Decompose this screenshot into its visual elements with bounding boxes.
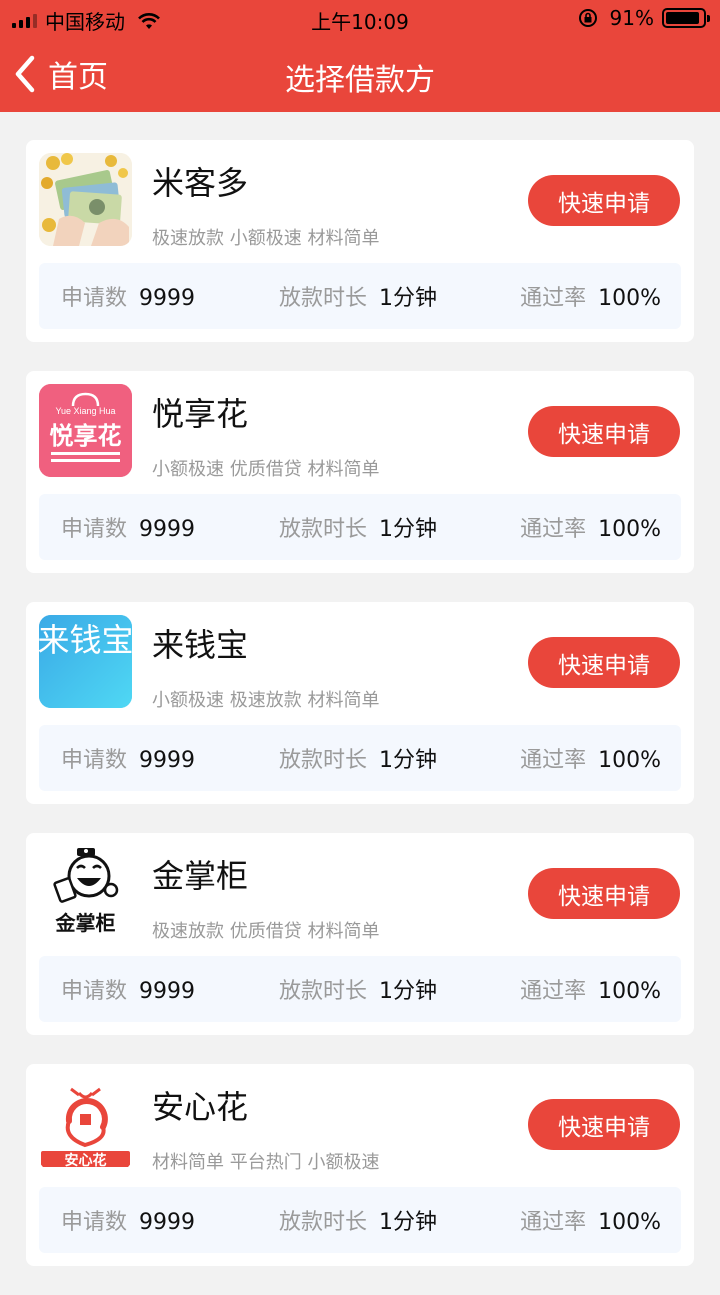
applications-stat: 申请数 9999: [61, 280, 195, 312]
pass-rate-value: 100%: [598, 748, 661, 773]
svg-text:来钱宝: 来钱宝: [39, 621, 132, 659]
lender-card: 安心花 安心花 材料简单 平台热门 小额极速 快速申请 申请数 9999 放款时…: [26, 1064, 694, 1266]
loan-time-value: 1分钟: [379, 286, 438, 311]
pass-rate-value: 100%: [598, 1210, 661, 1235]
loan-time-stat: 放款时长 1分钟: [279, 1204, 437, 1236]
pass-rate-value: 100%: [598, 517, 661, 542]
lender-card: 来钱宝 来钱宝 小额极速 极速放款 材料简单 快速申请 申请数 9999 放款时…: [26, 602, 694, 804]
svg-text:安心花: 安心花: [65, 1152, 107, 1169]
lender-stats: 申请数 9999 放款时长 1分钟 通过率 100%: [39, 956, 681, 1022]
status-bar: 中国移动 上午10:09 91%: [0, 0, 720, 36]
loan-time-value: 1分钟: [379, 979, 438, 1004]
status-right: 91%: [578, 6, 710, 30]
quick-apply-button[interactable]: 快速申请: [528, 406, 680, 457]
pass-rate-value: 100%: [598, 979, 661, 1004]
applications-label: 申请数: [61, 979, 128, 1004]
applications-label: 申请数: [61, 286, 128, 311]
lender-card: 米客多 极速放款 小额极速 材料简单 快速申请 申请数 9999 放款时长 1分…: [26, 140, 694, 342]
quick-apply-button[interactable]: 快速申请: [528, 868, 680, 919]
navigation-bar: 首页 选择借款方: [0, 36, 720, 112]
applications-label: 申请数: [61, 517, 128, 542]
applications-value: 9999: [139, 1210, 196, 1235]
pass-rate-stat: 通过率 100%: [520, 280, 661, 312]
applications-value: 9999: [139, 979, 196, 1004]
lender-card: Yue Xiang Hua 悦享花 悦享花 小额极速 优质借贷 材料简单 快速申…: [26, 371, 694, 573]
lender-name: 悦享花: [152, 395, 249, 433]
lender-tags: 小额极速 优质借贷 材料简单: [152, 459, 380, 480]
svg-text:悦享花: 悦享花: [50, 422, 122, 450]
loan-time-label: 放款时长: [279, 748, 368, 773]
lender-stats: 申请数 9999 放款时长 1分钟 通过率 100%: [39, 263, 681, 329]
page-title: 选择借款方: [285, 63, 435, 98]
svg-text:金掌柜: 金掌柜: [55, 911, 116, 935]
pass-rate-label: 通过率: [520, 979, 587, 1004]
lender-card: 金掌柜 金掌柜 极速放款 优质借贷 材料简单 快速申请 申请数 9999 放款时…: [26, 833, 694, 1035]
pass-rate-label: 通过率: [520, 286, 587, 311]
quick-apply-button[interactable]: 快速申请: [528, 175, 680, 226]
lender-stats: 申请数 9999 放款时长 1分钟 通过率 100%: [39, 1187, 681, 1253]
loan-time-value: 1分钟: [379, 748, 438, 773]
loan-time-label: 放款时长: [279, 979, 368, 1004]
applications-value: 9999: [139, 286, 196, 311]
loan-time-label: 放款时长: [279, 286, 368, 311]
loan-time-label: 放款时长: [279, 1210, 368, 1235]
lender-tags: 小额极速 极速放款 材料简单: [152, 690, 380, 711]
lender-tags: 极速放款 优质借贷 材料简单: [152, 921, 380, 942]
battery-icon: [662, 8, 710, 28]
pass-rate-stat: 通过率 100%: [520, 1204, 661, 1236]
loan-time-label: 放款时长: [279, 517, 368, 542]
pass-rate-label: 通过率: [520, 748, 587, 773]
pass-rate-label: 通过率: [520, 517, 587, 542]
applications-label: 申请数: [61, 1210, 128, 1235]
quick-apply-button[interactable]: 快速申请: [528, 637, 680, 688]
anxinhua-logo: 安心花: [39, 1077, 132, 1170]
svg-text:Yue Xiang Hua: Yue Xiang Hua: [55, 406, 115, 416]
quick-apply-button[interactable]: 快速申请: [528, 1099, 680, 1150]
lender-stats: 申请数 9999 放款时长 1分钟 通过率 100%: [39, 725, 681, 791]
applications-value: 9999: [139, 517, 196, 542]
applications-stat: 申请数 9999: [61, 1204, 195, 1236]
lender-tags: 极速放款 小额极速 材料简单: [152, 228, 380, 249]
laiqianbao-logo: 来钱宝: [39, 615, 132, 708]
lender-name: 米客多: [152, 164, 249, 202]
pass-rate-stat: 通过率 100%: [520, 742, 661, 774]
applications-value: 9999: [139, 748, 196, 773]
lender-name: 金掌柜: [152, 857, 249, 895]
applications-stat: 申请数 9999: [61, 973, 195, 1005]
battery-fill: [666, 12, 699, 24]
yuexianghua-logo: Yue Xiang Hua 悦享花: [39, 384, 132, 477]
lender-name: 来钱宝: [152, 626, 249, 664]
applications-label: 申请数: [61, 748, 128, 773]
loan-time-stat: 放款时长 1分钟: [279, 280, 437, 312]
loan-time-value: 1分钟: [379, 1210, 438, 1235]
jinzhanggui-logo: 金掌柜: [39, 846, 132, 939]
loan-time-stat: 放款时长 1分钟: [279, 511, 437, 543]
applications-stat: 申请数 9999: [61, 511, 195, 543]
pass-rate-stat: 通过率 100%: [520, 511, 661, 543]
lender-name: 安心花: [152, 1088, 249, 1126]
rotation-lock-icon: [578, 9, 597, 27]
loan-time-stat: 放款时长 1分钟: [279, 973, 437, 1005]
mikeduo-logo: [39, 153, 132, 246]
lender-tags: 材料简单 平台热门 小额极速: [152, 1152, 380, 1173]
battery-percent: 91%: [609, 6, 654, 30]
pass-rate-value: 100%: [598, 286, 661, 311]
loan-time-stat: 放款时长 1分钟: [279, 742, 437, 774]
lender-stats: 申请数 9999 放款时长 1分钟 通过率 100%: [39, 494, 681, 560]
pass-rate-label: 通过率: [520, 1210, 587, 1235]
applications-stat: 申请数 9999: [61, 742, 195, 774]
pass-rate-stat: 通过率 100%: [520, 973, 661, 1005]
loan-time-value: 1分钟: [379, 517, 438, 542]
lender-list: 米客多 极速放款 小额极速 材料简单 快速申请 申请数 9999 放款时长 1分…: [26, 140, 694, 1295]
